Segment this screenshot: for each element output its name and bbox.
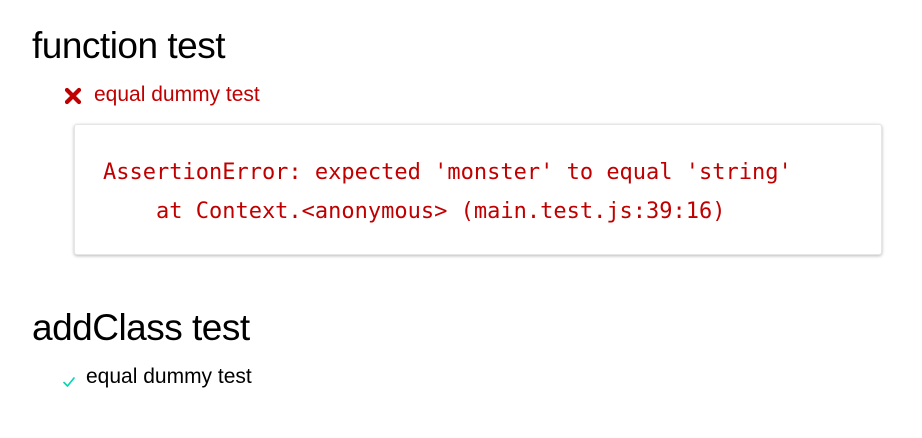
suite-title: addClass test xyxy=(32,307,250,348)
test-item-passed[interactable]: equal dummy test xyxy=(62,364,252,390)
suite-title: function test xyxy=(32,25,226,66)
pass-check-icon xyxy=(62,370,76,387)
error-stack-line: at Context.<anonymous> (main.test.js:39:… xyxy=(103,199,726,224)
test-item-failed[interactable]: equal dummy test xyxy=(64,82,260,108)
error-message: AssertionError: expected 'monster' to eq… xyxy=(103,153,792,231)
error-details-panel: AssertionError: expected 'monster' to eq… xyxy=(74,124,882,255)
fail-x-icon xyxy=(64,86,82,105)
test-label: equal dummy test xyxy=(86,365,252,388)
test-label: equal dummy test xyxy=(94,83,260,106)
error-message-line: AssertionError: expected 'monster' to eq… xyxy=(103,160,792,185)
